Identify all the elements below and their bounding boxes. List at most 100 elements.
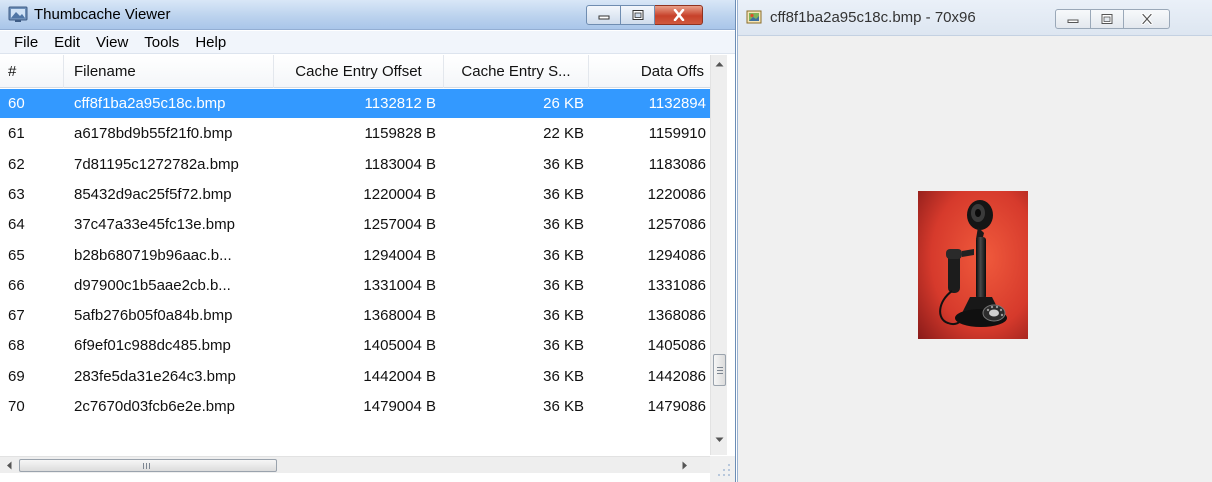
table-row[interactable]: 60 cff8f1ba2a95c18c.bmp 1132812 B 26 KB 1132…: [0, 89, 710, 118]
chevron-right-icon: [682, 461, 687, 470]
cell-number: 67: [8, 307, 25, 325]
cell-data-offset: 1442086: [647, 367, 706, 385]
main-titlebar[interactable]: Thumbcache Viewer: [0, 0, 735, 30]
preview-window-controls: [1055, 9, 1170, 29]
table-row[interactable]: 65 b28b680719b96aac.b... 1294004 B 36 KB 129…: [0, 241, 710, 270]
close-icon: [1140, 13, 1153, 25]
menu-bar: File Edit View Tools Help: [0, 31, 735, 54]
preview-minimize-button[interactable]: [1055, 9, 1091, 29]
cell-cache-entry-size: 36 KB: [543, 337, 584, 355]
window-title: Thumbcache Viewer: [34, 6, 171, 23]
scroll-left-arrow[interactable]: [0, 457, 17, 474]
thumbcache-viewer-icon: [8, 6, 28, 22]
preview-close-button[interactable]: [1124, 9, 1170, 29]
column-header-data-offset[interactable]: Data Offs: [589, 55, 710, 88]
preview-titlebar[interactable]: cff8f1ba2a95c18c.bmp - 70x96: [738, 0, 1212, 36]
horizontal-scroll-thumb[interactable]: [19, 459, 277, 472]
cell-number: 66: [8, 276, 25, 294]
cell-data-offset: 1405086: [647, 337, 706, 355]
image-file-icon: [746, 10, 762, 24]
cell-data-offset: 1331086: [647, 276, 706, 294]
table-row[interactable]: 68 6f9ef01c988dc485.bmp 1405004 B 36 KB 1405…: [0, 331, 710, 360]
menu-edit[interactable]: Edit: [46, 34, 88, 51]
preview-canvas: [738, 37, 1212, 482]
cell-cache-entry-offset: 1159828 B: [364, 125, 436, 143]
menu-tools[interactable]: Tools: [136, 34, 187, 51]
cell-number: 60: [8, 95, 25, 112]
cell-data-offset: 1183086: [648, 155, 706, 173]
cell-number: 64: [8, 216, 25, 234]
cell-cache-entry-offset: 1405004 B: [363, 337, 436, 355]
chevron-up-icon: [715, 61, 724, 66]
close-button[interactable]: [655, 5, 703, 25]
minimize-icon: [598, 15, 609, 20]
cell-cache-entry-size: 22 KB: [543, 125, 584, 143]
cell-data-offset: 1159910: [648, 125, 706, 143]
cell-number: 62: [8, 155, 25, 173]
column-header-cache-entry-offset[interactable]: Cache Entry Offset: [274, 55, 444, 88]
column-header-number[interactable]: #: [0, 55, 64, 88]
cell-cache-entry-offset: 1368004 B: [363, 307, 436, 325]
menu-file[interactable]: File: [6, 34, 46, 51]
cell-filename: 5afb276b05f0a84b.bmp: [74, 307, 233, 325]
cell-data-offset: 1368086: [647, 307, 706, 325]
table-row[interactable]: 66 d97900c1b5aae2cb.b... 1331004 B 36 KB 133…: [0, 271, 710, 300]
cache-entry-list[interactable]: # Filename Cache Entry Offset Cache Entr…: [0, 55, 735, 482]
cell-cache-entry-size: 36 KB: [543, 367, 584, 385]
chevron-down-icon: [715, 437, 724, 442]
maximize-button[interactable]: [621, 5, 655, 25]
resize-grip[interactable]: [710, 456, 735, 482]
cell-cache-entry-offset: 1183004 B: [364, 155, 436, 173]
preview-maximize-button[interactable]: [1091, 9, 1124, 29]
minimize-icon: [1067, 19, 1079, 23]
cell-cache-entry-offset: 1294004 B: [363, 246, 436, 264]
vertical-scroll-thumb[interactable]: [713, 354, 726, 386]
cell-cache-entry-size: 36 KB: [543, 398, 584, 415]
scroll-down-arrow[interactable]: [711, 431, 728, 448]
column-header-filename[interactable]: Filename: [64, 55, 274, 88]
close-icon: [673, 9, 684, 21]
table-row[interactable]: 69 283fe5da31e264c3.bmp 1442004 B 36 KB 1442…: [0, 362, 710, 391]
cell-number: 65: [8, 246, 25, 264]
cell-cache-entry-size: 36 KB: [543, 185, 584, 203]
cell-data-offset: 1294086: [647, 246, 706, 264]
cell-number: 70: [8, 398, 25, 415]
preview-title: cff8f1ba2a95c18c.bmp - 70x96: [770, 9, 976, 26]
thumbcache-viewer-window: Thumbcache Viewer File Edit View Tools H…: [0, 0, 736, 482]
table-row[interactable]: 63 85432d9ac25f5f72.bmp 1220004 B 36 KB 1220…: [0, 180, 710, 209]
cell-filename: 6f9ef01c988dc485.bmp: [74, 337, 231, 355]
cell-cache-entry-offset: 1220004 B: [363, 185, 436, 203]
cell-cache-entry-size: 36 KB: [543, 307, 584, 325]
cell-data-offset: 1220086: [647, 185, 706, 203]
menu-help[interactable]: Help: [187, 34, 234, 51]
minimize-button[interactable]: [586, 5, 621, 25]
cell-data-offset: 1257086: [647, 216, 706, 234]
cell-data-offset: 1132894: [648, 95, 706, 112]
cell-filename: 37c47a33e45fc13e.bmp: [74, 216, 235, 234]
cell-filename: 7d81195c1272782a.bmp: [74, 155, 239, 173]
candlestick-telephone-thumbnail: [918, 191, 1028, 339]
cell-filename: 85432d9ac25f5f72.bmp: [74, 185, 232, 203]
vertical-scrollbar[interactable]: [710, 55, 727, 455]
cell-cache-entry-offset: 1442004 B: [363, 367, 436, 385]
table-row[interactable]: 62 7d81195c1272782a.bmp 1183004 B 36 KB 1183…: [0, 150, 710, 179]
cell-cache-entry-size: 36 KB: [543, 276, 584, 294]
cell-number: 61: [8, 125, 25, 143]
chevron-left-icon: [6, 461, 11, 470]
cell-cache-entry-size: 36 KB: [543, 155, 584, 173]
column-header-cache-entry-size[interactable]: Cache Entry S...: [444, 55, 589, 88]
table-row[interactable]: 61 a6178bd9b55f21f0.bmp 1159828 B 22 KB 1159…: [0, 119, 710, 148]
table-row[interactable]: 70 2c7670d03fcb6e2e.bmp 1479004 B 36 KB 1479…: [0, 392, 710, 421]
cell-cache-entry-offset: 1257004 B: [363, 216, 436, 234]
cell-filename: 283fe5da31e264c3.bmp: [74, 367, 236, 385]
cell-filename: d97900c1b5aae2cb.b...: [74, 276, 231, 294]
scroll-up-arrow[interactable]: [711, 55, 728, 72]
horizontal-scrollbar[interactable]: [0, 456, 710, 473]
table-row[interactable]: 67 5afb276b05f0a84b.bmp 1368004 B 36 KB 1368…: [0, 301, 710, 330]
cell-number: 69: [8, 367, 25, 385]
cell-cache-entry-offset: 1132812 B: [364, 95, 436, 112]
scroll-right-arrow[interactable]: [676, 457, 693, 474]
cell-number: 68: [8, 337, 25, 355]
table-row[interactable]: 64 37c47a33e45fc13e.bmp 1257004 B 36 KB 1257…: [0, 210, 710, 239]
menu-view[interactable]: View: [88, 34, 136, 51]
